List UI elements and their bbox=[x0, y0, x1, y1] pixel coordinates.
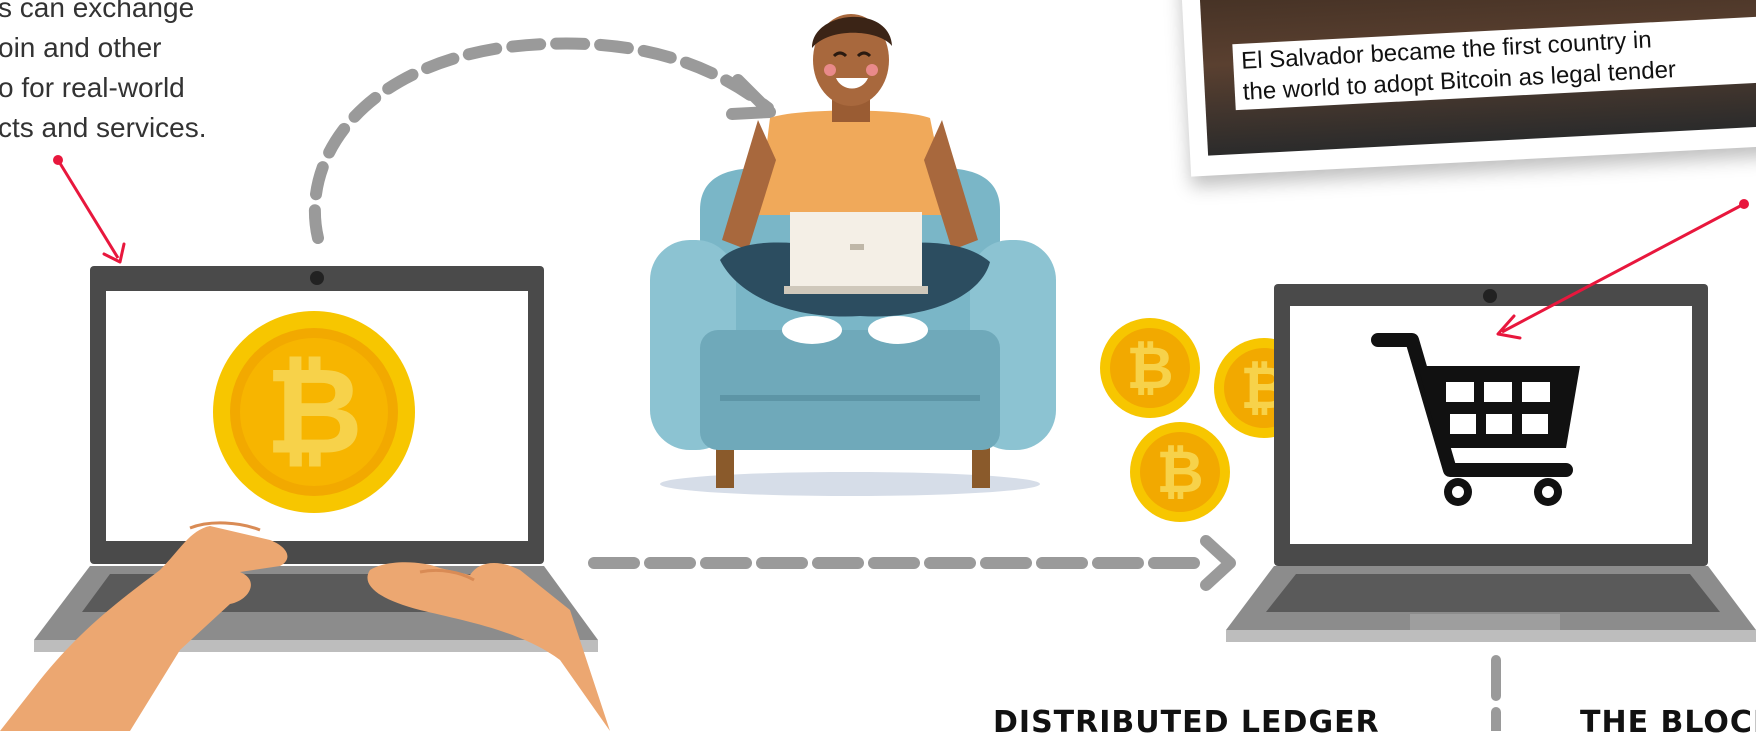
section-heading-ledger: DISTRIBUTED LEDGER bbox=[993, 705, 1380, 740]
coin-small-1: ₿ bbox=[1100, 318, 1200, 418]
news-photo-card: El Salvador became the first country in … bbox=[1179, 0, 1756, 177]
svg-text:₿: ₿ bbox=[1126, 334, 1173, 402]
person-on-armchair bbox=[650, 14, 1056, 496]
curved-arrow-head bbox=[726, 74, 776, 120]
bitcoin-icon: ₿ bbox=[213, 311, 415, 513]
text-pointer bbox=[53, 155, 126, 264]
svg-text:₿: ₿ bbox=[265, 343, 363, 482]
straight-arrow-head bbox=[1200, 535, 1236, 591]
section-heading-block: THE BLOCK bbox=[1580, 705, 1756, 740]
coin-small-3: ₿ bbox=[1130, 422, 1230, 522]
svg-text:₿: ₿ bbox=[1156, 438, 1203, 506]
